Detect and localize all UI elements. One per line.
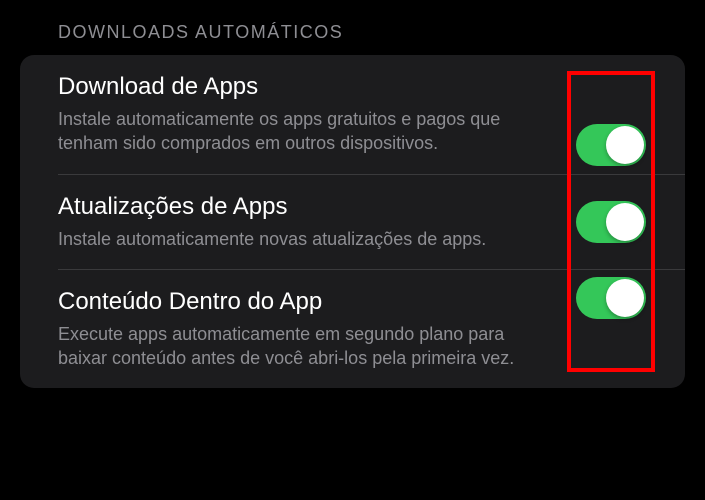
- toggle-in-app-content[interactable]: [576, 277, 646, 319]
- section-header: DOWNLOADS AUTOMÁTICOS: [0, 0, 705, 51]
- setting-title: Download de Apps: [58, 73, 541, 101]
- setting-title: Conteúdo Dentro do App: [58, 288, 541, 316]
- toggle-knob: [606, 126, 644, 164]
- toggle-download-apps[interactable]: [576, 124, 646, 166]
- toggle-knob: [606, 279, 644, 317]
- highlight-annotation: [567, 71, 655, 372]
- setting-title: Atualizações de Apps: [58, 193, 541, 221]
- setting-description: Instale automaticamente novas atualizaçõ…: [58, 227, 541, 251]
- toggle-app-updates[interactable]: [576, 201, 646, 243]
- toggle-knob: [606, 203, 644, 241]
- setting-description: Instale automaticamente os apps gratuito…: [58, 107, 541, 156]
- settings-group: Download de Apps Instale automaticamente…: [20, 55, 685, 388]
- setting-description: Execute apps automaticamente em segundo …: [58, 322, 541, 371]
